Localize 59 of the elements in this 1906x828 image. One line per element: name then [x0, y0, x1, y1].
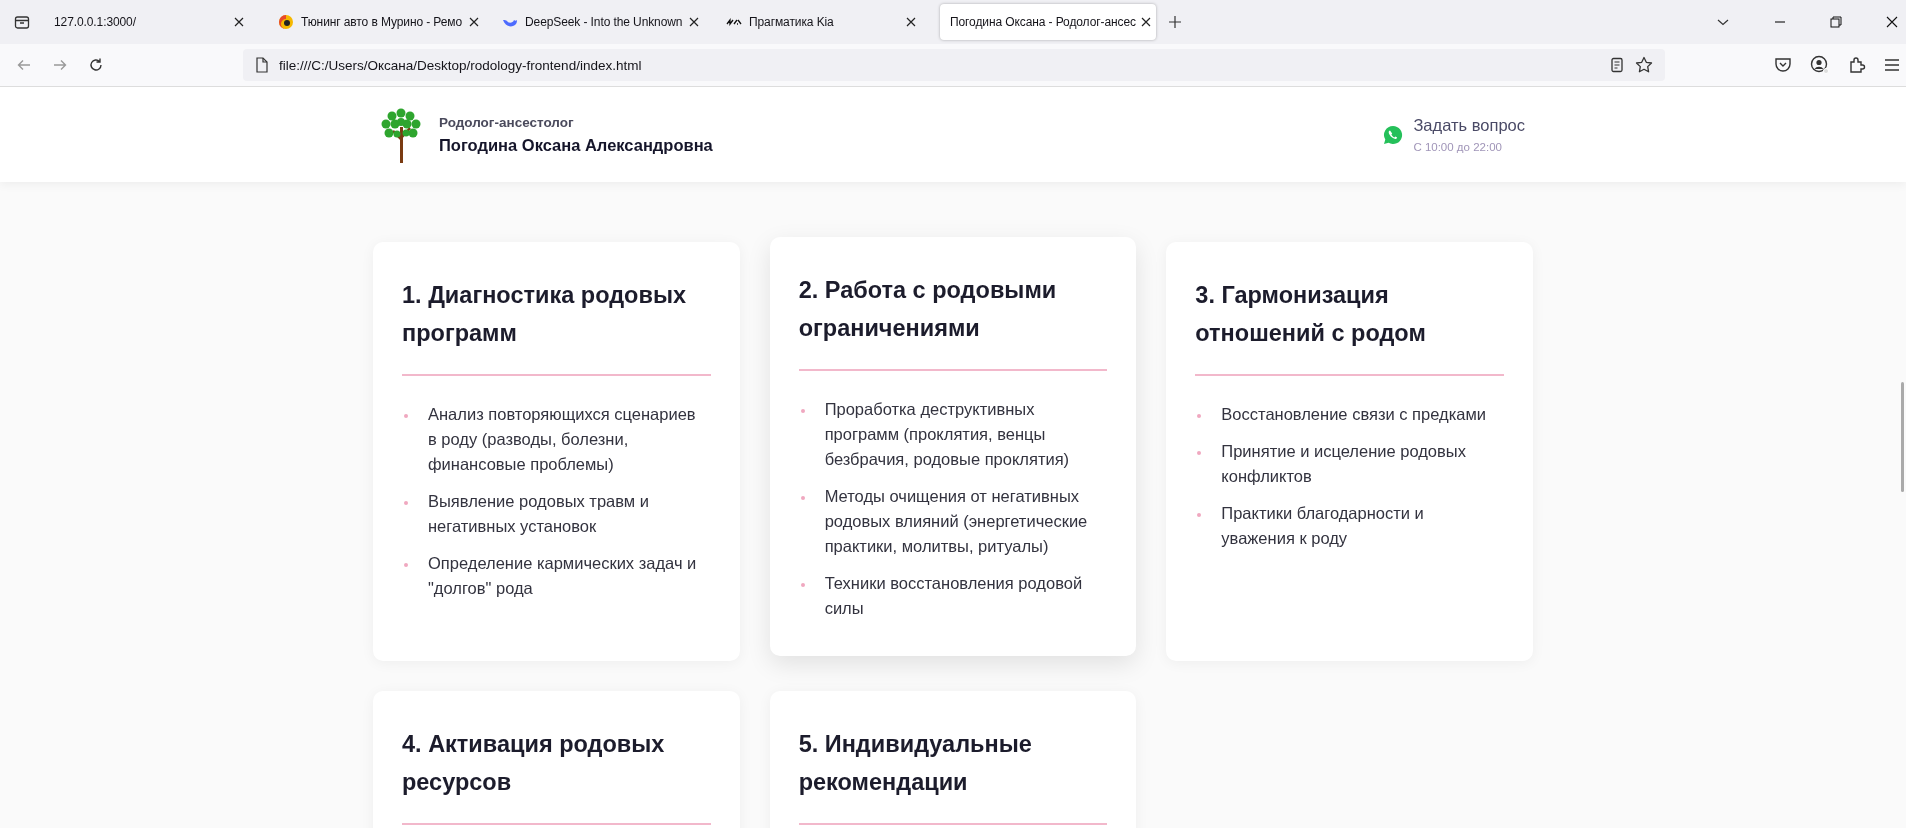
list-item-text: Определение кармических задач и "долгов" рода [428, 553, 698, 599]
browser-tab[interactable]: DeepSeek - Into the Unknown [492, 4, 702, 40]
browser-tab[interactable]: Погодина Оксана - Родолог-ансес [940, 4, 1156, 40]
tab-title: DeepSeek - Into the Unknown [525, 15, 683, 29]
tray-icon [14, 14, 30, 30]
bullet-dot [1197, 414, 1202, 418]
close-icon[interactable] [906, 17, 916, 27]
bullet-dot [404, 501, 408, 505]
card-title: 5. Индивидуальные рекомендации [798, 730, 1033, 797]
brand-subtitle: Родолог-ансестолог [439, 114, 575, 130]
tab-title: Тюнинг авто в Мурино - Ремо [301, 15, 463, 29]
working-hours: С 10:00 до 22:00 [1413, 141, 1503, 153]
list-item-text: Выявление родовых травм и негативных установок [428, 491, 650, 537]
brand-name: Погодина Оксана Александровна [439, 135, 713, 155]
address-field[interactable]: file:///C:/Users/Оксана/Desktop/rodology-frontend/index.html [243, 49, 1665, 81]
list-item-text: Принятие и исцеление родовых конфликтов [1221, 441, 1467, 487]
reader-view-icon[interactable] [1609, 57, 1625, 73]
card-title: 3. Гармонизация отношений с родом [1195, 281, 1427, 348]
close-icon[interactable] [689, 17, 700, 27]
list-item-text: Проработка деструктивных программ (проклятия, венцы безбрачия, родовые проклятия) [824, 399, 1071, 470]
pocket-icon[interactable] [1774, 56, 1792, 74]
account-icon[interactable] [1810, 55, 1830, 75]
list-item-text: Анализ повторяющихся сценариев в роду (разводы, болезни, финансовые проблемы) [428, 404, 697, 475]
bullet-dot [1197, 451, 1202, 455]
close-icon[interactable] [234, 17, 244, 27]
card-title: 4. Активация родовых ресурсов [402, 730, 666, 797]
star-icon[interactable] [1635, 56, 1653, 74]
browser-tab[interactable]: 127.0.0.1:3000/ [44, 4, 254, 40]
puzzle-icon[interactable] [1848, 56, 1866, 74]
bullet-dot [1197, 513, 1202, 517]
close-icon[interactable] [1886, 16, 1898, 28]
list-item-text: Техники восстановления родовой силы [824, 573, 1084, 619]
tab-title: Погодина Оксана - Родолог-ансес [950, 15, 1136, 29]
browser-tab[interactable]: Тюнинг авто в Мурино - Ремо [268, 4, 478, 40]
bullet-dot [800, 583, 805, 587]
new-tab-icon[interactable] [1168, 15, 1182, 29]
close-icon[interactable] [469, 17, 480, 27]
document-icon [255, 57, 269, 73]
reload-icon[interactable] [88, 57, 104, 73]
bullet-dot [404, 563, 408, 567]
list-item-text: Методы очищения от негативных родовых влияний (энергетические практики, молитвы, ритуалы) [824, 486, 1089, 557]
restore-icon[interactable] [1830, 16, 1842, 28]
bullet-dot [800, 496, 805, 500]
list-item-text: Восстановление связи с предками [1221, 404, 1486, 425]
bullet-dot [800, 409, 805, 413]
menu-icon[interactable] [1884, 57, 1900, 73]
tree-logo-icon [381, 106, 421, 163]
tab-title: Прагматика Kia [749, 15, 835, 29]
orb-icon [278, 14, 294, 30]
ask-question-link[interactable]: Задать вопрос [1413, 116, 1525, 135]
url-text: file:///C:/Users/Оксана/Desktop/rodology-frontend/index.html [279, 57, 642, 73]
scrollbar-thumb[interactable] [1901, 382, 1904, 492]
card-title: 1. Диагностика родовых программ [402, 281, 688, 348]
list-item-text: Практики благодарности и уважения к роду [1221, 503, 1425, 549]
tab-title: 127.0.0.1:3000/ [54, 15, 137, 29]
close-icon[interactable] [1140, 17, 1151, 27]
card-title: 2. Работа с родовыми ограничениями [798, 276, 1058, 343]
browser-tab[interactable]: Прагматика Kia [716, 4, 926, 40]
bullet-dot [404, 414, 408, 418]
